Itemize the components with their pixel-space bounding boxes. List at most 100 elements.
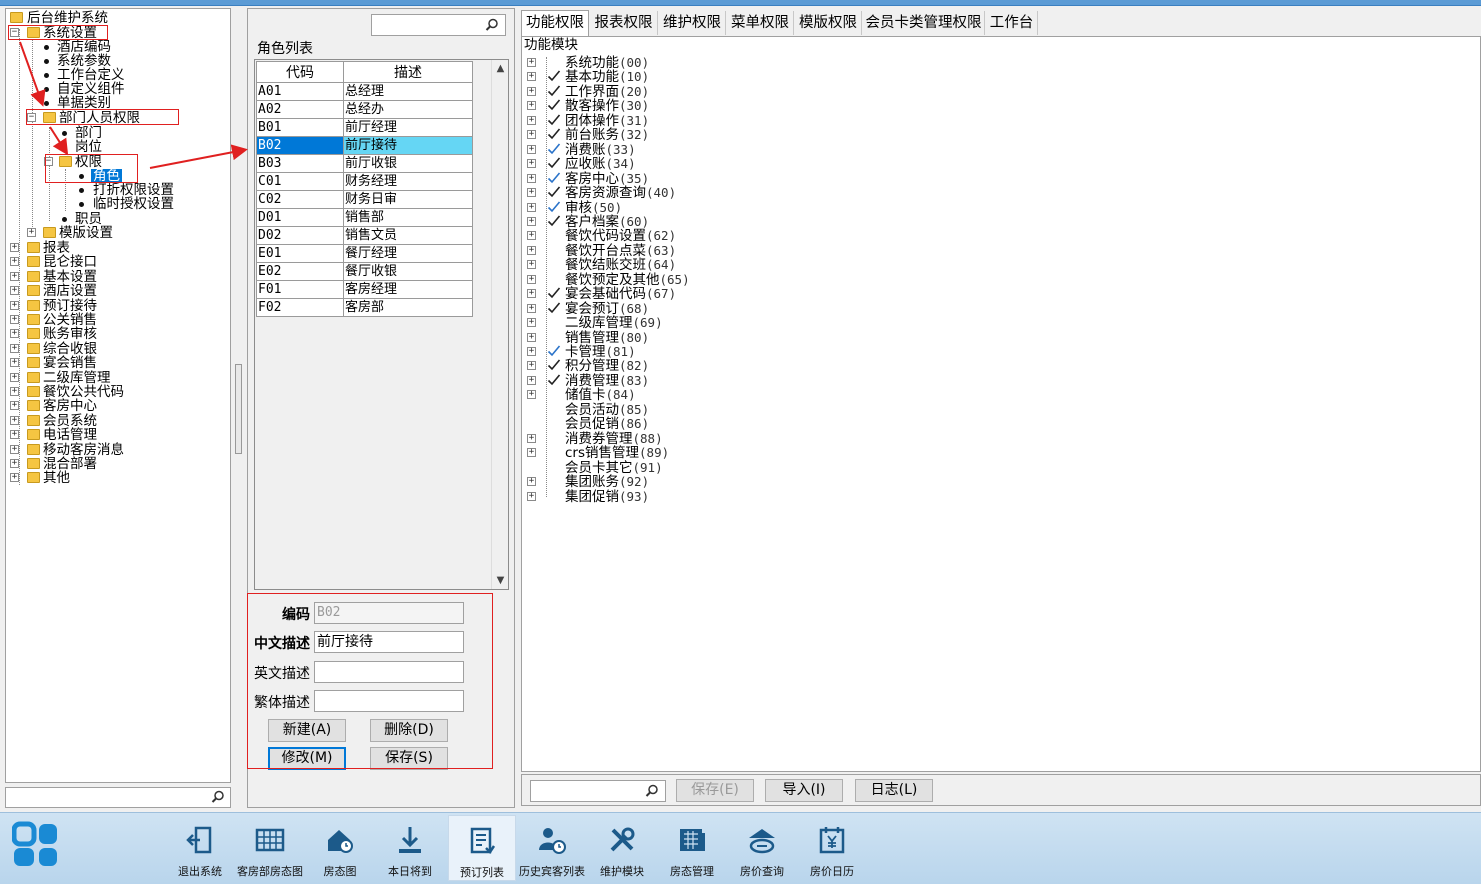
expand-icon[interactable]: + — [10, 473, 19, 483]
expand-icon[interactable]: + — [527, 274, 536, 284]
role-code-cell[interactable]: F01 — [256, 280, 344, 299]
expand-icon[interactable]: + — [10, 401, 19, 411]
tab-workstation[interactable]: 工作台 — [986, 11, 1038, 35]
tab-template-perm[interactable]: 模版权限 — [795, 11, 862, 35]
checkmark-icon[interactable] — [547, 156, 561, 170]
tab-maintenance-perm[interactable]: 维护权限 — [659, 11, 726, 35]
role-code-cell[interactable]: A02 — [256, 100, 344, 119]
role-code-cell[interactable]: E02 — [256, 262, 344, 281]
checkmark-icon[interactable] — [547, 98, 561, 112]
tab-member-card-perm[interactable]: 会员卡类管理权限 — [863, 11, 985, 35]
scroll-up-icon[interactable]: ▲ — [492, 60, 508, 77]
role-row[interactable]: E02 餐厅收银 — [256, 262, 473, 281]
role-search-input[interactable] — [371, 14, 506, 36]
expand-icon[interactable]: + — [527, 303, 536, 313]
role-desc-cell[interactable]: 餐厅收银 — [343, 262, 473, 281]
tab-menu-perm[interactable]: 菜单权限 — [727, 11, 794, 35]
role-row[interactable]: B02 前厅接待 — [256, 136, 473, 155]
expand-icon[interactable]: + — [527, 216, 536, 226]
expand-icon[interactable]: + — [527, 361, 536, 371]
taskbar-reservation-list[interactable]: 预订列表 — [448, 815, 516, 881]
expand-icon[interactable]: + — [527, 144, 536, 154]
expand-icon[interactable]: + — [10, 459, 19, 468]
taskbar-rate-calendar[interactable]: 房价日历 — [798, 815, 866, 881]
role-row[interactable]: C01 财务经理 — [256, 172, 473, 191]
expand-icon[interactable]: + — [527, 491, 536, 501]
role-row[interactable]: D02 销售文员 — [256, 226, 473, 245]
checkmark-icon[interactable] — [547, 127, 561, 141]
role-code-cell[interactable]: B03 — [256, 154, 344, 173]
role-desc-cell[interactable]: 前厅经理 — [343, 118, 473, 137]
role-row[interactable]: B01 前厅经理 — [256, 118, 473, 137]
checkmark-icon[interactable] — [547, 69, 561, 83]
expand-icon[interactable]: + — [10, 271, 19, 281]
taskbar-room-management[interactable]: 房态管理 — [658, 815, 726, 881]
expand-icon[interactable]: + — [10, 358, 19, 368]
app-logo-icon[interactable] — [12, 821, 60, 869]
column-header-code[interactable]: 代码 — [256, 61, 344, 83]
checkmark-icon[interactable] — [547, 373, 561, 387]
role-desc-cell[interactable]: 客房经理 — [343, 280, 473, 299]
taskbar-room-status-grid[interactable]: 客房部房态图 — [236, 815, 304, 881]
expand-icon[interactable]: + — [527, 433, 536, 443]
taskbar-room-status[interactable]: 房态图 — [306, 815, 374, 881]
role-code-cell[interactable]: E01 — [256, 244, 344, 263]
role-row[interactable]: B03 前厅收银 — [256, 154, 473, 173]
role-code-cell[interactable]: B02 — [256, 136, 344, 155]
expand-icon[interactable]: + — [10, 372, 19, 382]
checkmark-icon[interactable] — [547, 142, 561, 156]
role-row[interactable]: A01 总经理 — [256, 82, 473, 101]
role-desc-cell[interactable]: 餐厅经理 — [343, 244, 473, 263]
role-code-cell[interactable]: D02 — [256, 226, 344, 245]
role-row[interactable]: A02 总经办 — [256, 100, 473, 119]
checkmark-icon[interactable] — [547, 286, 561, 300]
log-button[interactable]: 日志(L) — [855, 779, 933, 802]
expand-icon[interactable]: + — [527, 188, 536, 198]
search-icon[interactable] — [645, 784, 659, 798]
expand-icon[interactable]: + — [10, 343, 19, 353]
checkmark-icon[interactable] — [547, 301, 561, 315]
role-desc-cell[interactable]: 总经理 — [343, 82, 473, 101]
role-desc-cell[interactable]: 销售文员 — [343, 226, 473, 245]
role-row[interactable]: C02 财务日审 — [256, 190, 473, 209]
expand-icon[interactable]: + — [527, 86, 536, 96]
checkmark-icon[interactable] — [547, 358, 561, 372]
role-desc-cell[interactable]: 销售部 — [343, 208, 473, 227]
expand-icon[interactable]: + — [10, 430, 19, 440]
function-search-input[interactable] — [530, 780, 666, 802]
expand-icon[interactable]: + — [527, 231, 536, 241]
checkmark-icon[interactable] — [547, 214, 561, 228]
checkmark-icon[interactable] — [547, 344, 561, 358]
role-code-cell[interactable]: A01 — [256, 82, 344, 101]
expand-icon[interactable]: + — [527, 115, 536, 125]
expand-icon[interactable]: + — [527, 72, 536, 82]
scroll-down-icon[interactable]: ▼ — [492, 572, 508, 589]
checkmark-icon[interactable] — [547, 200, 561, 214]
tab-function-perm[interactable]: 功能权限 — [521, 10, 589, 36]
expand-icon[interactable]: + — [527, 289, 536, 299]
expand-icon[interactable]: + — [527, 260, 536, 270]
checkmark-icon[interactable] — [547, 84, 561, 98]
role-code-cell[interactable]: D01 — [256, 208, 344, 227]
role-code-cell[interactable]: F02 — [256, 298, 344, 317]
role-grid-scrollbar[interactable]: ▲ ▼ — [491, 60, 508, 589]
taskbar-arrivals-today[interactable]: 本日将到 — [376, 815, 444, 881]
expand-icon[interactable]: + — [527, 448, 536, 458]
expand-icon[interactable]: + — [527, 130, 536, 140]
role-code-cell[interactable]: B01 — [256, 118, 344, 137]
column-header-desc[interactable]: 描述 — [343, 61, 473, 83]
tree-search-input[interactable] — [5, 787, 231, 808]
role-desc-cell[interactable]: 财务经理 — [343, 172, 473, 191]
checkmark-icon[interactable] — [547, 185, 561, 199]
expand-icon[interactable]: + — [527, 58, 536, 67]
expand-icon[interactable]: + — [10, 286, 19, 296]
taskbar-rate-query[interactable]: 房价查询 — [728, 815, 796, 881]
taskbar-maintenance[interactable]: 维护模块 — [588, 815, 656, 881]
expand-icon[interactable]: + — [527, 245, 536, 255]
expand-icon[interactable]: + — [527, 390, 536, 400]
taskbar-exit[interactable]: 退出系统 — [166, 815, 234, 881]
expand-icon[interactable]: + — [27, 228, 36, 237]
expand-icon[interactable]: + — [10, 415, 19, 425]
role-code-cell[interactable]: C01 — [256, 172, 344, 191]
panel-splitter-handle[interactable] — [235, 364, 242, 454]
